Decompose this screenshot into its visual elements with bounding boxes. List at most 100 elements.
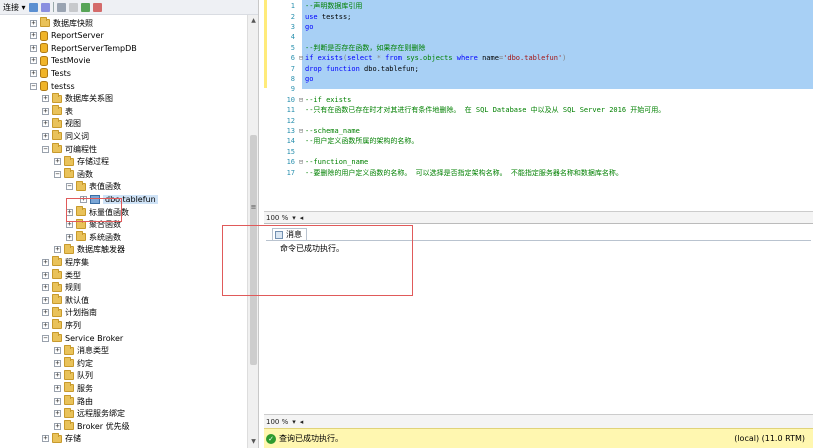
- fold-marker-icon[interactable]: ⊟: [297, 54, 305, 62]
- tree-node[interactable]: + Broker 优先级: [54, 420, 130, 432]
- zoom-dropdown-icon[interactable]: ▾: [292, 418, 296, 426]
- tree-node[interactable]: − testss: [30, 80, 75, 92]
- tree-node[interactable]: + 数据库触发器: [54, 243, 125, 256]
- code-line[interactable]: 3 go: [264, 22, 813, 33]
- expand-icon[interactable]: +: [42, 309, 49, 317]
- expand-icon[interactable]: +: [30, 57, 37, 65]
- expand-icon[interactable]: +: [54, 422, 61, 430]
- code-line[interactable]: 9: [264, 84, 813, 95]
- expand-icon[interactable]: +: [54, 347, 61, 355]
- fold-marker-icon[interactable]: ⊟: [297, 96, 305, 104]
- collapse-icon[interactable]: −: [30, 82, 37, 90]
- tree-node[interactable]: + ReportServer: [30, 30, 104, 42]
- connect-button[interactable]: 连接 ▾: [3, 2, 26, 13]
- code-line[interactable]: 14 --用户定义函数所属的架构的名称。: [264, 136, 813, 147]
- expand-icon[interactable]: +: [54, 372, 61, 380]
- tree-node[interactable]: + 约定: [54, 357, 93, 369]
- scroll-left-icon[interactable]: ◂: [300, 214, 304, 222]
- refresh-icon[interactable]: [80, 2, 90, 12]
- tree-node[interactable]: + 视图: [42, 117, 81, 130]
- editor-zoom-level[interactable]: 100 %: [266, 214, 288, 222]
- tree-node[interactable]: + 队列: [54, 369, 93, 382]
- tree-node[interactable]: + 表: [42, 105, 73, 117]
- tree-node[interactable]: + 计划指南: [42, 306, 97, 319]
- scroll-left-icon[interactable]: ◂: [300, 418, 304, 426]
- expand-icon[interactable]: +: [54, 410, 61, 418]
- code-line[interactable]: 15: [264, 147, 813, 158]
- query-editor[interactable]: 1 --声明数据库引用 2 use testss; 3 go 4 5 --判断是否存在函数，如果…: [264, 0, 813, 211]
- tree-node[interactable]: + 同义词: [42, 130, 89, 142]
- zoom-dropdown-icon[interactable]: ▾: [292, 214, 296, 222]
- stop-icon[interactable]: [56, 2, 66, 12]
- code-line[interactable]: 5 --判断是否存在函数，如果存在则删除: [264, 43, 813, 54]
- code-line[interactable]: 8 go: [264, 74, 813, 85]
- expand-icon[interactable]: +: [66, 233, 73, 241]
- tree-node[interactable]: + 序列: [42, 319, 81, 331]
- results-zoom-level[interactable]: 100 %: [266, 418, 288, 426]
- disconnect-icon[interactable]: [40, 2, 50, 12]
- code-line[interactable]: 1 --声明数据库引用: [264, 1, 813, 12]
- tree-node[interactable]: + 类型: [42, 269, 81, 281]
- tree-node[interactable]: − 函数: [54, 168, 93, 180]
- code-line[interactable]: 2 use testss;: [264, 11, 813, 22]
- code-line[interactable]: 7 drop function dbo.tablefun;: [264, 63, 813, 74]
- fold-marker-icon[interactable]: ⊟: [297, 127, 305, 135]
- code-line[interactable]: 16 ⊟ --function_name: [264, 157, 813, 168]
- expand-icon[interactable]: +: [42, 132, 49, 140]
- tree-node[interactable]: + 消息类型: [54, 344, 109, 357]
- code-line[interactable]: 11 --只有在函数已存在时才对其进行有条件地删除。 在 SQL Database…: [264, 105, 813, 116]
- expand-icon[interactable]: +: [30, 32, 37, 40]
- expand-icon[interactable]: +: [42, 271, 49, 279]
- expand-icon[interactable]: +: [30, 44, 37, 52]
- tree-node[interactable]: − 可编程性: [42, 143, 97, 155]
- scroll-down-icon[interactable]: ▼: [249, 437, 258, 446]
- expand-icon[interactable]: +: [54, 246, 61, 254]
- expand-icon[interactable]: +: [42, 107, 49, 115]
- expand-icon[interactable]: +: [54, 397, 61, 405]
- expand-icon[interactable]: +: [54, 158, 61, 166]
- expand-icon[interactable]: +: [42, 435, 49, 443]
- scroll-up-icon[interactable]: ▲: [249, 16, 258, 25]
- tree-node[interactable]: + 远程服务绑定: [54, 407, 125, 420]
- expand-icon[interactable]: +: [42, 296, 49, 304]
- tree-node[interactable]: − 表值函数: [66, 180, 121, 193]
- filter-icon[interactable]: [68, 2, 78, 12]
- code-line[interactable]: 10 ⊟ --if exists: [264, 95, 813, 106]
- tree-node[interactable]: + 存储: [42, 432, 81, 445]
- tree-node[interactable]: + TestMovie: [30, 55, 90, 67]
- tree-node[interactable]: + 规则: [42, 281, 81, 294]
- tree-node[interactable]: + 数据库快照: [30, 17, 93, 29]
- tree-node[interactable]: − Service Broker: [42, 332, 123, 344]
- collapse-icon[interactable]: −: [66, 183, 73, 191]
- expand-icon[interactable]: +: [42, 120, 49, 128]
- tree-node[interactable]: + Tests: [30, 67, 71, 79]
- expand-icon[interactable]: +: [54, 359, 61, 367]
- code-line[interactable]: 6 ⊟ if exists(select * from sys.objects wh…: [264, 53, 813, 64]
- code-line[interactable]: 17 --要删除的用户定义函数的名称。 可以选择是否指定架构名称。 不能指定服务器…: [264, 167, 813, 178]
- tree-node[interactable]: + 默认值: [42, 294, 89, 306]
- expand-icon[interactable]: +: [42, 95, 49, 103]
- expand-icon[interactable]: +: [42, 321, 49, 329]
- tree-node[interactable]: + 数据库关系图: [42, 92, 113, 105]
- collapse-icon[interactable]: −: [42, 145, 49, 153]
- code-line[interactable]: 4: [264, 32, 813, 43]
- expand-icon[interactable]: +: [42, 284, 49, 292]
- connect-icon[interactable]: [28, 2, 38, 12]
- tree-node[interactable]: + 服务: [54, 382, 93, 394]
- tree-node[interactable]: + 路由: [54, 395, 93, 407]
- collapse-icon[interactable]: −: [42, 334, 49, 342]
- expand-icon[interactable]: +: [42, 258, 49, 266]
- expand-icon[interactable]: +: [30, 69, 37, 77]
- tree-node[interactable]: + 程序集: [42, 256, 89, 268]
- activity-monitor-icon[interactable]: [92, 2, 102, 12]
- collapse-icon[interactable]: −: [54, 170, 61, 178]
- expand-icon[interactable]: +: [66, 221, 73, 229]
- expand-icon[interactable]: +: [54, 384, 61, 392]
- code-line[interactable]: 13 ⊟ --schema_name: [264, 126, 813, 137]
- tree-node[interactable]: + 系统函数: [66, 231, 121, 243]
- expand-icon[interactable]: +: [30, 19, 37, 27]
- code-line[interactable]: 12: [264, 115, 813, 126]
- tree-node[interactable]: + ReportServerTempDB: [30, 42, 137, 54]
- fold-marker-icon[interactable]: ⊟: [297, 158, 305, 166]
- tree-node[interactable]: + 存储过程: [54, 155, 109, 168]
